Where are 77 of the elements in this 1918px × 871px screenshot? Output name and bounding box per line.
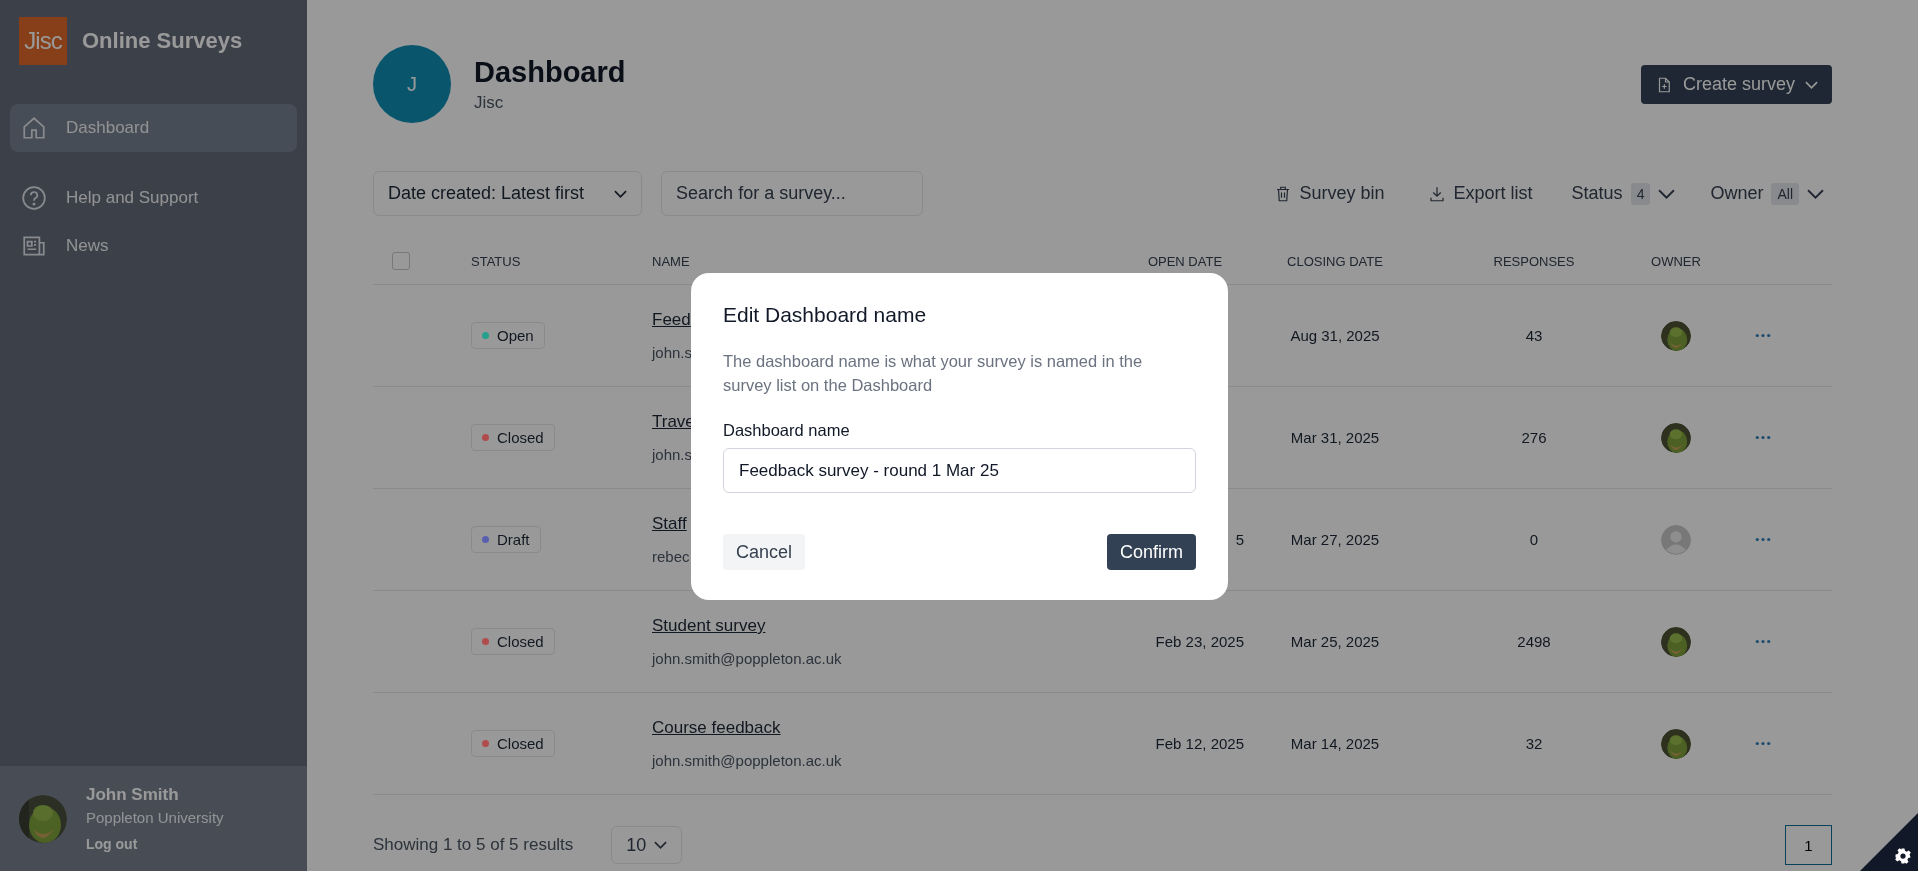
select-all-checkbox[interactable] <box>392 252 410 270</box>
owner-value: All <box>1771 182 1799 205</box>
download-icon <box>1427 184 1446 203</box>
logo: Jisc <box>19 17 67 65</box>
more-options-icon[interactable] <box>1755 639 1771 644</box>
column-header: CLOSING DATE <box>1287 253 1383 269</box>
help-icon <box>21 185 47 211</box>
responses-count: 43 <box>1525 327 1543 344</box>
dialog-title: Edit Dashboard name <box>723 303 928 327</box>
closing-date: Mar 27, 2025 <box>1290 531 1380 548</box>
page-button[interactable]: 1 <box>1785 825 1832 865</box>
owner-email: rebec <box>652 548 690 565</box>
owner-email: john.s <box>652 446 693 463</box>
newspaper-icon <box>21 233 47 259</box>
field-label: Dashboard name <box>723 421 851 440</box>
avatar: J <box>373 45 451 123</box>
chevron-down-icon <box>614 189 628 198</box>
per-page-dropdown[interactable]: 10 <box>611 826 683 864</box>
survey-name-link[interactable]: Feed <box>652 310 691 330</box>
more-options-icon[interactable] <box>1755 537 1771 542</box>
user-avatar-icon <box>1661 524 1691 555</box>
column-header: RESPONSES <box>1493 253 1575 269</box>
closing-date: Mar 31, 2025 <box>1290 429 1380 446</box>
results-summary: Showing 1 to 5 of 5 results <box>373 835 574 855</box>
status-badge: Closed <box>471 628 555 655</box>
sidebar-item[interactable]: News <box>10 222 297 270</box>
confirm-button[interactable]: Confirm <box>1107 534 1196 570</box>
status-badge: Draft <box>471 526 541 553</box>
home-icon <box>21 115 47 141</box>
status-badge: Closed <box>471 424 555 451</box>
closing-date: Mar 25, 2025 <box>1290 633 1380 650</box>
column-header: OWNER <box>1651 253 1701 269</box>
search-field[interactable]: Search for a survey... <box>661 171 924 216</box>
chevron-down-icon <box>1658 188 1676 199</box>
survey-name-link[interactable]: Course feedback <box>652 718 781 738</box>
responses-count: 2498 <box>1517 633 1551 650</box>
owner-email: john.s <box>652 344 693 361</box>
column-header: OPEN DATE <box>1147 253 1223 269</box>
open-date: Feb 23, 2025 <box>1155 633 1244 650</box>
column-header: STATUS <box>471 253 521 269</box>
owner-email: john.smith@poppleton.ac.uk <box>652 752 842 769</box>
export-list-button[interactable]: Export list <box>1415 183 1545 204</box>
responses-count: 32 <box>1525 735 1543 752</box>
cancel-button[interactable]: Cancel <box>723 534 806 570</box>
app-name: Online Surveys <box>82 28 243 54</box>
status-count: 4 <box>1630 182 1651 205</box>
settings-icon <box>1894 847 1912 865</box>
column-header: NAME <box>652 253 690 269</box>
chevron-down-icon <box>1807 188 1824 199</box>
more-options-icon[interactable] <box>1755 333 1771 338</box>
closing-date: Aug 31, 2025 <box>1290 327 1380 344</box>
chevron-down-icon <box>1805 80 1818 89</box>
page-title: Dashboard <box>474 55 626 89</box>
survey-name-link[interactable]: Staff <box>652 514 687 534</box>
open-date: Feb 12, 2025 <box>1155 735 1244 752</box>
responses-count: 276 <box>1521 429 1547 446</box>
dashboard-name-field[interactable]: Feedback survey - round 1 Mar 25 <box>723 448 1196 493</box>
user-organisation: Poppleton University <box>86 809 224 826</box>
survey-bin-button[interactable]: Survey bin <box>1261 183 1397 204</box>
user-name: John Smith <box>86 785 180 805</box>
responses-count: 0 <box>1529 531 1539 548</box>
owner-email: john.smith@poppleton.ac.uk <box>652 650 842 667</box>
open-date: 5 <box>1235 531 1244 548</box>
chevron-down-icon <box>654 841 668 849</box>
status-badge: Open <box>471 322 545 349</box>
owner-filter[interactable]: Owner All <box>1702 182 1832 205</box>
status-filter[interactable]: Status 4 <box>1563 182 1684 205</box>
sidebar-item[interactable]: Help and Support <box>10 174 297 222</box>
status-badge: Closed <box>471 730 555 757</box>
page-subtitle: Jisc <box>474 92 505 113</box>
survey-name-link[interactable]: Student survey <box>652 616 766 636</box>
create-survey-button[interactable]: Create survey <box>1640 65 1832 104</box>
sort-dropdown[interactable]: Date created: Latest first <box>373 171 643 216</box>
closing-date: Mar 14, 2025 <box>1290 735 1380 752</box>
more-options-icon[interactable] <box>1755 741 1771 746</box>
dialog-description: The dashboard name is what your survey is named in the survey list on the Dashboard <box>723 351 1144 396</box>
more-options-icon[interactable] <box>1755 435 1771 440</box>
